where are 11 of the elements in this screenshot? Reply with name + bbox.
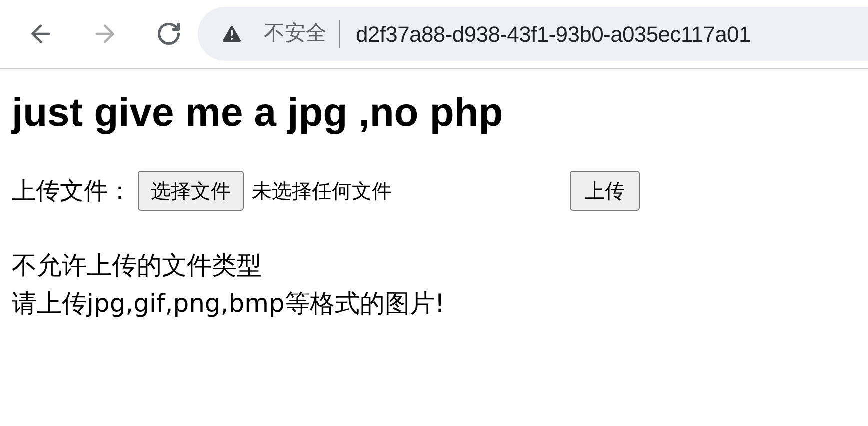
upload-label: 上传文件： [12, 176, 132, 207]
page-heading: just give me a jpg ,no php [12, 90, 504, 137]
address-bar[interactable]: 不安全 d2f37a88-d938-43f1-93b0-a035ec117a01 [198, 7, 868, 61]
url-text: d2f37a88-d938-43f1-93b0-a035ec117a01 [356, 20, 751, 48]
reload-icon [156, 21, 182, 47]
upload-button[interactable]: 上传 [570, 171, 640, 211]
file-status: 未选择任何文件 [252, 178, 392, 205]
error-message: 请上传jpg,gif,png,bmp等格式的图片! [12, 288, 445, 320]
security-label: 不安全 [264, 20, 327, 48]
choose-file-button[interactable]: 选择文件 [138, 171, 244, 211]
error-message: 不允许上传的文件类型 [12, 250, 262, 282]
